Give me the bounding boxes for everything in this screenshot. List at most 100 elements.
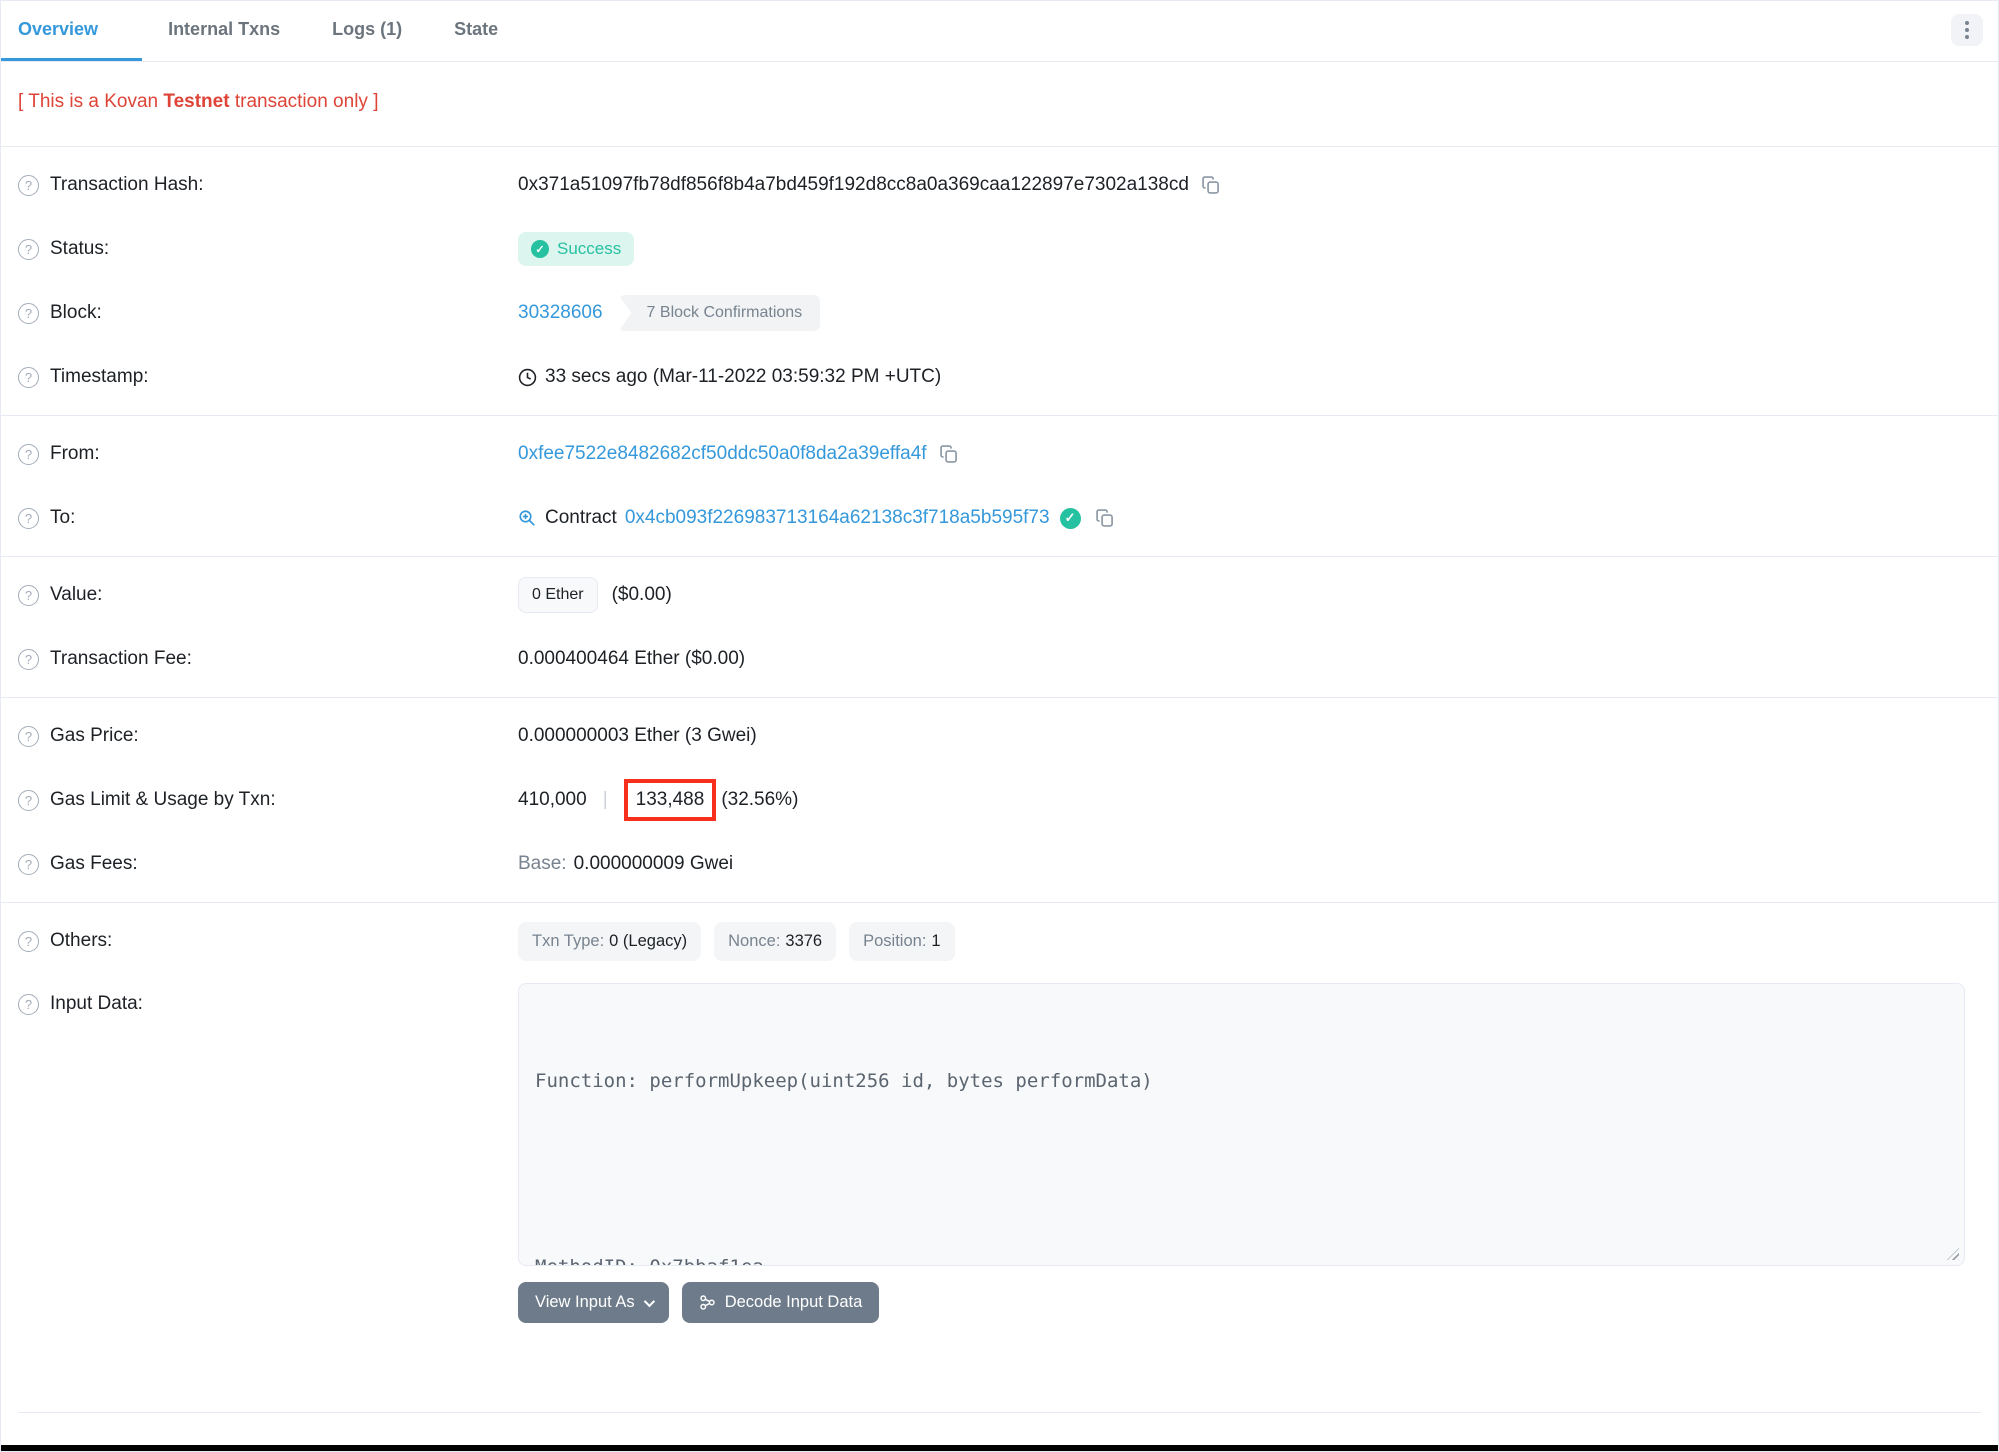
gas-fees-base-label: Base: [518, 853, 567, 874]
resize-handle[interactable] [1947, 1248, 1959, 1260]
row-gas-limit-usage: ? Gas Limit & Usage by Txn: 410,000 | 13… [1, 768, 1998, 832]
row-label: Gas Fees: [50, 853, 138, 874]
value-amount-badge: 0 Ether [518, 577, 598, 613]
tab-state[interactable]: State [428, 1, 524, 61]
badge-key: Position: [863, 931, 927, 950]
txn-type-badge: Txn Type: 0 (Legacy) [518, 921, 702, 961]
divider [1, 415, 1998, 416]
row-label: Value: [50, 584, 103, 605]
gas-price-value: 0.000000003 Ether (3 Gwei) [518, 725, 757, 746]
badge-key: Txn Type: [532, 931, 605, 950]
verified-contract-icon: ✓ [1059, 507, 1081, 529]
row-timestamp: ? Timestamp: 33 secs ago (Mar-11-2022 03… [1, 345, 1998, 409]
decode-input-data-button[interactable]: Decode Input Data [681, 1282, 880, 1323]
row-to: ? To: Contract 0x4cb093f226983713164a621… [1, 486, 1998, 550]
gas-used-annotation-box: 133,488 [623, 779, 717, 821]
gas-fees-base-value: 0.000000009 Gwei [573, 853, 734, 874]
gas-used-value: 133,488 [635, 789, 705, 811]
success-check-icon: ✓ [531, 240, 549, 258]
copy-icon[interactable] [939, 444, 959, 464]
tab-bar: Overview Internal Txns Logs (1) State [1, 1, 1998, 62]
help-icon[interactable]: ? [18, 366, 39, 388]
divider [1, 697, 1998, 698]
help-icon[interactable]: ? [18, 302, 39, 324]
row-label: Transaction Hash: [50, 174, 204, 195]
help-icon[interactable]: ? [18, 789, 39, 811]
from-address-link[interactable]: 0xfee7522e8482682cf50ddc50a0f8da2a39effa… [518, 443, 927, 465]
row-label: Timestamp: [50, 366, 149, 387]
testnet-notice: [ This is a Kovan Testnet transaction on… [1, 62, 1998, 140]
input-methodid-line: MethodID: 0x7bbaf1ea [535, 1252, 1948, 1265]
gas-separator: | [602, 789, 608, 810]
timestamp-value: 33 secs ago (Mar-11-2022 03:59:32 PM +UT… [545, 366, 942, 387]
tab-overview[interactable]: Overview [1, 1, 143, 61]
row-gas-fees: ? Gas Fees: Base: 0.000000009 Gwei [1, 832, 1998, 896]
decode-icon [699, 1294, 716, 1311]
help-icon[interactable]: ? [18, 853, 39, 875]
notice-suffix: transaction only ] [229, 91, 379, 112]
divider [1, 902, 1998, 903]
badge-value: 3376 [785, 931, 823, 950]
row-label: Block: [50, 302, 102, 323]
help-icon[interactable]: ? [18, 443, 39, 465]
notice-bold: Testnet [163, 91, 230, 112]
value-usd: ($0.00) [611, 584, 672, 605]
transaction-hash-value: 0x371a51097fb78df856f8b4a7bd459f192d8cc8… [518, 174, 1189, 195]
block-confirmations-badge: 7 Block Confirmations [618, 295, 821, 331]
row-input-data: ? Input Data: Function: performUpkeep(ui… [1, 973, 1998, 1266]
block-number-link[interactable]: 30328606 [518, 302, 603, 324]
row-status: ? Status: ✓ Success [1, 217, 1998, 281]
divider [1, 556, 1998, 557]
row-label: From: [50, 443, 100, 464]
notice-prefix: [ This is a Kovan [18, 91, 164, 112]
help-icon[interactable]: ? [18, 725, 39, 747]
badge-key: Nonce: [728, 931, 781, 950]
input-data-textarea[interactable]: Function: performUpkeep(uint256 id, byte… [518, 983, 1965, 1266]
row-label: To: [50, 507, 76, 528]
button-label: View Input As [535, 1293, 635, 1311]
row-label: Transaction Fee: [50, 648, 192, 669]
help-icon[interactable]: ? [18, 174, 39, 196]
divider [18, 1412, 1981, 1413]
divider [1, 146, 1998, 147]
input-data-actions: View Input As Decode Input Data [518, 1282, 1998, 1323]
row-label: Gas Limit & Usage by Txn: [50, 789, 276, 810]
row-transaction-fee: ? Transaction Fee: 0.000400464 Ether ($0… [1, 627, 1998, 691]
input-function-line: Function: performUpkeep(uint256 id, byte… [535, 1070, 1153, 1092]
gas-used-percent: (32.56%) [721, 789, 799, 810]
help-icon[interactable]: ? [18, 238, 39, 260]
row-label: Status: [50, 238, 110, 259]
kebab-menu-button[interactable] [1951, 14, 1983, 46]
copy-icon[interactable] [1201, 175, 1221, 195]
button-label: Decode Input Data [724, 1293, 863, 1311]
row-label: Input Data: [50, 993, 143, 1014]
to-address-link[interactable]: 0x4cb093f226983713164a62138c3f718a5b595f… [625, 507, 1050, 529]
help-icon[interactable]: ? [18, 507, 39, 529]
help-icon[interactable]: ? [18, 930, 39, 952]
to-type-label: Contract [545, 507, 617, 528]
chevron-down-icon [643, 1295, 655, 1307]
copy-icon[interactable] [1095, 508, 1115, 528]
bottom-bar [1, 1445, 1998, 1451]
row-block: ? Block: 30328606 7 Block Confirmations [1, 281, 1998, 345]
row-others: ? Others: Txn Type: 0 (Legacy) Nonce: 3376… [1, 909, 1998, 973]
row-from: ? From: 0xfee7522e8482682cf50ddc50a0f8da… [1, 422, 1998, 486]
row-gas-price: ? Gas Price: 0.000000003 Ether (3 Gwei) [1, 704, 1998, 768]
nonce-badge: Nonce: 3376 [714, 921, 837, 961]
zoom-in-icon[interactable] [518, 509, 536, 527]
help-icon[interactable]: ? [18, 993, 39, 1015]
row-label: Gas Price: [50, 725, 139, 746]
view-input-as-button[interactable]: View Input As [518, 1282, 669, 1323]
tab-internal-txns[interactable]: Internal Txns [142, 1, 306, 61]
help-icon[interactable]: ? [18, 648, 39, 670]
transaction-fee-value: 0.000400464 Ether ($0.00) [518, 648, 746, 669]
row-transaction-hash: ? Transaction Hash: 0x371a51097fb78df856… [1, 153, 1998, 217]
tab-logs[interactable]: Logs (1) [306, 1, 428, 61]
gas-limit-value: 410,000 [518, 789, 587, 810]
badge-value: 1 [931, 931, 941, 950]
transaction-detail-page: Overview Internal Txns Logs (1) State [ … [0, 0, 1999, 1452]
row-label: Others: [50, 930, 113, 951]
position-badge: Position: 1 [849, 921, 955, 961]
badge-value: 0 (Legacy) [609, 931, 688, 950]
help-icon[interactable]: ? [18, 584, 39, 606]
